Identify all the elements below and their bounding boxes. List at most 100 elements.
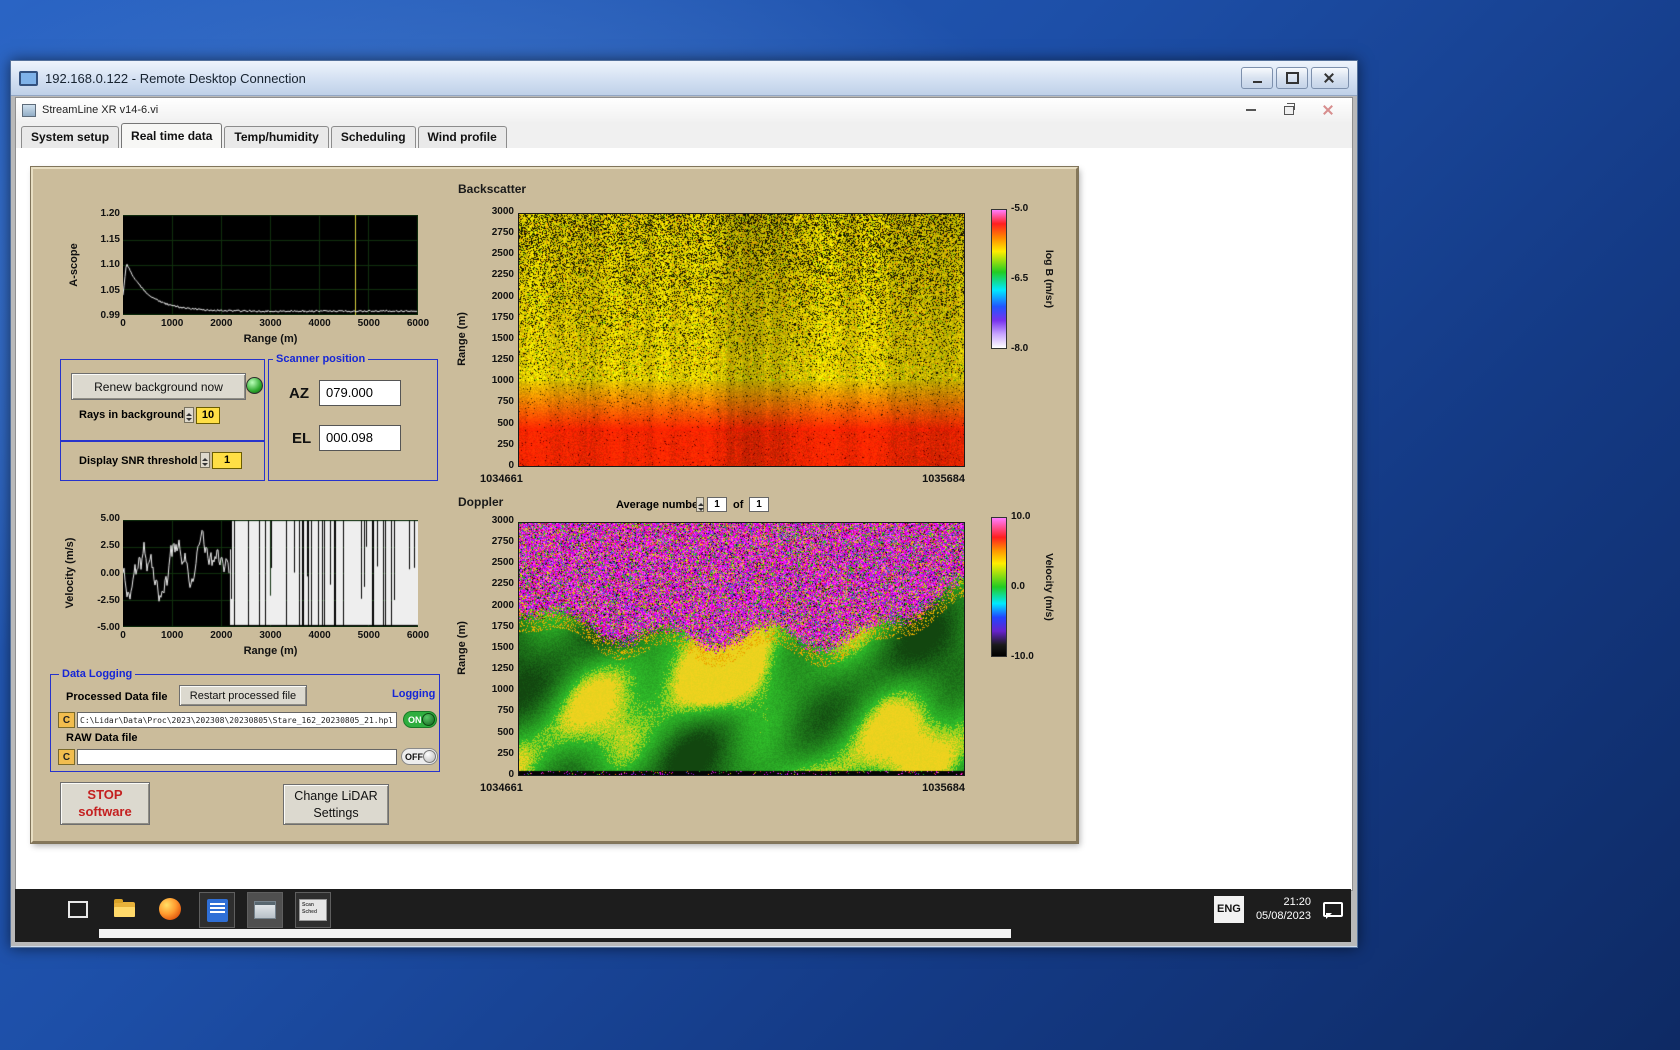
raw-path-browse-button[interactable]: C xyxy=(58,749,75,765)
axis-tick: 250 xyxy=(497,747,514,759)
tab-temp-humidity[interactable]: Temp/humidity xyxy=(224,126,329,148)
average-number-spinner[interactable] xyxy=(696,497,704,512)
axis-tick: 1.20 xyxy=(100,208,120,219)
processed-path-field[interactable]: C:\Lidar\Data\Proc\2023\202308\20230805\… xyxy=(77,712,397,728)
file-explorer-button[interactable] xyxy=(107,892,141,926)
app-minimize-icon[interactable] xyxy=(1246,109,1256,111)
rdp-maximize-button[interactable] xyxy=(1276,67,1308,89)
language-indicator[interactable]: ENG xyxy=(1213,895,1244,923)
axis-tick: 5000 xyxy=(357,630,380,641)
processed-path-browse-button[interactable]: C xyxy=(58,712,75,728)
backscatter-x-end: 1035684 xyxy=(922,473,965,485)
axis-tick: 1.05 xyxy=(100,284,120,296)
az-label: AZ xyxy=(289,385,309,402)
axis-tick: 250 xyxy=(497,438,514,450)
snr-value-field[interactable]: 1 xyxy=(212,452,242,469)
az-field[interactable]: 079.000 xyxy=(319,380,401,406)
app-restore-icon[interactable] xyxy=(1284,102,1295,115)
doppler-colorbar-label: Velocity (m/s) xyxy=(1043,553,1055,621)
axis-tick: 2.50 xyxy=(100,540,120,552)
notes-app-button[interactable] xyxy=(199,892,235,928)
app-content: A-scope 1.20 1.15 1.10 1.05 0.99 0 1000 2000 30… xyxy=(16,148,1352,890)
average-number-field[interactable]: 1 xyxy=(707,497,727,512)
rays-spinner[interactable] xyxy=(184,407,194,423)
tab-real-time-data[interactable]: Real time data xyxy=(121,123,223,149)
tab-system-setup[interactable]: System setup xyxy=(21,126,120,148)
app-window: StreamLine XR v14-6.vi System setup Real… xyxy=(15,97,1353,891)
axis-tick: 2500 xyxy=(491,557,514,569)
snr-spinner[interactable] xyxy=(200,452,210,468)
change-lidar-settings-button[interactable]: Change LiDAR Settings xyxy=(283,784,389,825)
taskbar-clock[interactable]: 21:20 05/08/2023 xyxy=(1256,895,1311,924)
data-logging-label: Data Logging xyxy=(59,668,136,680)
app-close-icon[interactable] xyxy=(1322,104,1334,116)
backscatter-heatmap xyxy=(518,213,965,467)
background-led-indicator xyxy=(246,377,263,394)
task-view-button[interactable] xyxy=(61,892,95,926)
ascope-xlabel: Range (m) xyxy=(243,333,298,345)
doppler-graph: Range (m) 3000 2750 2500 2250 2000 1750 1500 12… xyxy=(450,512,990,804)
average-total-field: 1 xyxy=(749,497,769,512)
axis-tick: 1500 xyxy=(491,641,514,653)
axis-tick: 0 xyxy=(120,318,126,329)
backscatter-colorbar xyxy=(991,209,1007,349)
axis-tick: 2750 xyxy=(491,536,514,548)
rdp-minimize-button[interactable] xyxy=(1241,67,1273,89)
velocity-xlabel: Range (m) xyxy=(243,645,298,657)
backscatter-ylabel: Range (m) xyxy=(456,312,468,366)
processed-data-file-label: Processed Data file xyxy=(66,691,168,703)
velocity-ylabel: Velocity (m/s) xyxy=(64,537,76,609)
scanner-position-label: Scanner position xyxy=(273,353,369,365)
rdp-close-button[interactable] xyxy=(1311,67,1349,89)
axis-tick: 1250 xyxy=(491,663,514,675)
axis-tick: 5.00 xyxy=(100,513,120,524)
background-controls-group: Renew background now Rays in background … xyxy=(60,359,265,441)
maximize-icon xyxy=(1285,72,1299,84)
minimize-icon xyxy=(1252,80,1262,83)
doppler-cb-tick-max: 10.0 xyxy=(1011,511,1031,522)
average-number-label: Average number xyxy=(616,499,703,511)
toggle-knob-icon xyxy=(422,713,435,726)
taskbar-strip xyxy=(99,929,1011,938)
renew-background-button[interactable]: Renew background now xyxy=(71,373,246,400)
logging-label: Logging xyxy=(389,688,439,700)
velocity-graph: Velocity (m/s) 5.00 2.50 0.00 -2.50 -5.00 01… xyxy=(58,512,433,664)
app-title: StreamLine XR v14-6.vi xyxy=(42,104,159,116)
velocity-plot xyxy=(123,520,418,627)
axis-tick: 0 xyxy=(508,768,514,780)
processed-logging-toggle[interactable]: ON xyxy=(403,711,437,728)
axis-tick: 1500 xyxy=(491,332,514,344)
axis-tick: 2500 xyxy=(491,248,514,260)
rdp-titlebar[interactable]: 192.168.0.122 - Remote Desktop Connectio… xyxy=(11,61,1357,96)
ascope-yticks: 1.20 1.15 1.10 1.05 0.99 xyxy=(82,209,120,321)
raw-logging-toggle[interactable]: OFF xyxy=(401,748,438,765)
axis-tick: 750 xyxy=(497,396,514,408)
backscatter-graph: Range (m) 3000 2750 2500 2250 2000 1750 1500 12… xyxy=(450,199,990,491)
notifications-icon[interactable] xyxy=(1323,901,1343,919)
backscatter-cb-tick-min: -8.0 xyxy=(1011,343,1029,354)
tab-scheduling[interactable]: Scheduling xyxy=(330,126,416,148)
axis-tick: 2250 xyxy=(491,269,514,281)
raw-path-field[interactable] xyxy=(77,749,397,765)
doppler-cb-tick-min: -10.0 xyxy=(1011,651,1034,662)
stop-software-button[interactable]: STOP software xyxy=(60,782,150,825)
velocity-xticks: 0 1000 2000 3000 4000 5000 6000 xyxy=(106,631,435,641)
axis-tick: 2000 xyxy=(491,599,514,611)
axis-tick: 2750 xyxy=(491,227,514,239)
rays-value-field[interactable]: 10 xyxy=(196,407,220,424)
el-field[interactable]: 000.098 xyxy=(319,425,401,451)
firefox-button[interactable] xyxy=(153,892,187,926)
restart-processed-file-button[interactable]: Restart processed file xyxy=(179,685,307,706)
axis-tick: 3000 xyxy=(491,206,514,217)
backscatter-x-start: 1034661 xyxy=(480,473,523,485)
scan-scheduler-button[interactable]: Scan Sched xyxy=(295,892,331,928)
app-titlebar[interactable]: StreamLine XR v14-6.vi xyxy=(16,98,1352,122)
streamline-app-button[interactable] xyxy=(247,892,283,928)
doppler-colorbar xyxy=(991,517,1007,657)
tab-wind-profile[interactable]: Wind profile xyxy=(417,126,507,148)
axis-tick: 1000 xyxy=(161,630,184,641)
vi-app-icon xyxy=(22,103,36,117)
scanner-position-group: Scanner position AZ 079.000 EL 000.098 xyxy=(268,353,438,481)
axis-tick: 0 xyxy=(120,630,126,641)
data-logging-group: Data Logging Processed Data file Restart… xyxy=(50,668,440,772)
